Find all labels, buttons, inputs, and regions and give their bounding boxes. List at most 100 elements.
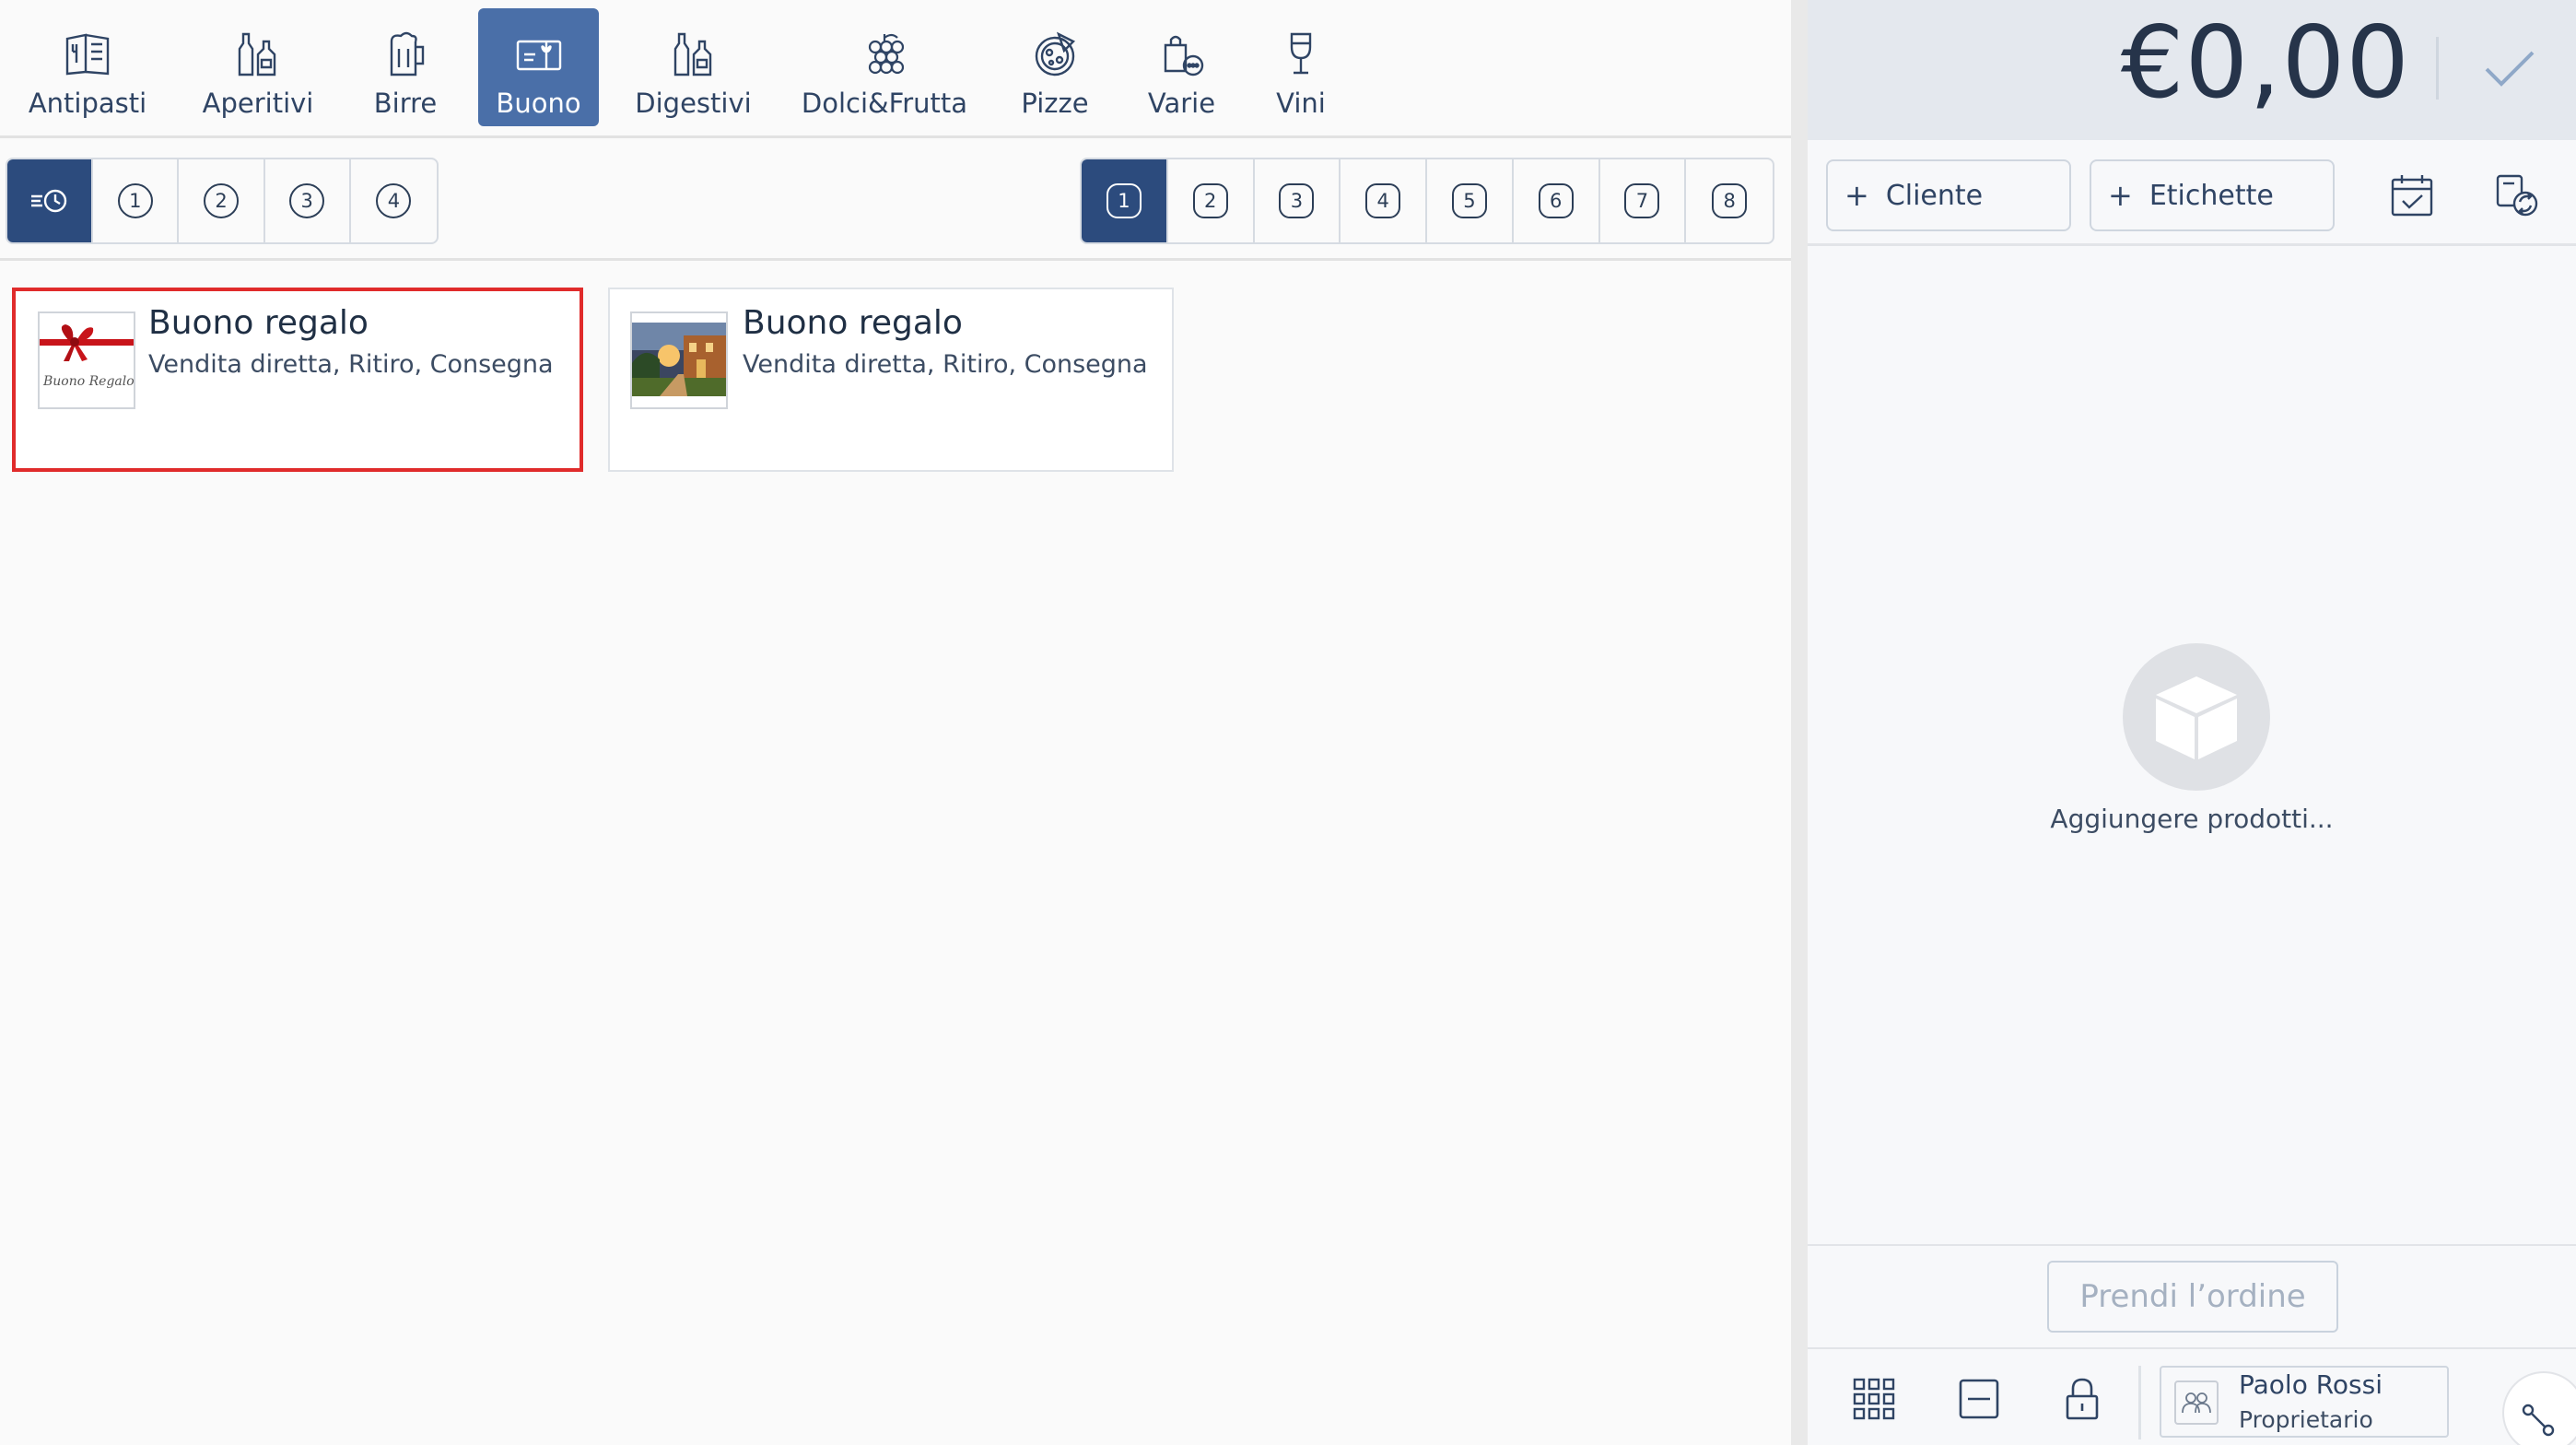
selector-bar: 1 2 3 4 1 2 3 4 5 6 7 8 (0, 141, 1791, 261)
category-label: Dolci&Frutta (801, 88, 968, 119)
avatar (2174, 1380, 2219, 1425)
bottles-icon (664, 27, 723, 82)
grid-view-button[interactable] (1848, 1373, 1900, 1425)
page-number: 3 (1279, 183, 1315, 218)
category-pizze[interactable]: Pizze (990, 8, 1119, 126)
category-birre[interactable]: Birre (341, 8, 470, 126)
beer-mug-icon (376, 27, 435, 82)
course-number: 4 (376, 183, 412, 218)
minimize-button[interactable] (1953, 1373, 2005, 1425)
page-button[interactable]: 7 (1600, 159, 1687, 242)
box-icon (2152, 671, 2241, 763)
take-order-button[interactable]: Prendi l’ordine (2047, 1261, 2338, 1333)
page-button[interactable]: 8 (1686, 159, 1773, 242)
order-total: €0,00 (2120, 6, 2410, 121)
course-button[interactable]: 2 (179, 159, 265, 242)
product-subtitle: Vendita diretta, Ritiro, Consegna (148, 350, 554, 379)
empty-order-text: Aggiungere prodotti... (2050, 804, 2334, 834)
bottles-icon (228, 27, 287, 82)
product-subtitle: Vendita diretta, Ritiro, Consegna (743, 350, 1148, 379)
add-tags-button[interactable]: + Etichette (2090, 159, 2335, 231)
menu-book-icon (58, 27, 117, 82)
lock-icon (2064, 1376, 2101, 1422)
product-card-buono-regalo-2[interactable]: Buono regalo Vendita diretta, Ritiro, Co… (608, 288, 1174, 472)
page-number: 2 (1192, 183, 1228, 218)
order-panel: €0,00 + Cliente + Etichette Aggiungere p… (1808, 0, 2576, 1445)
page-number: 6 (1538, 183, 1574, 218)
category-label: Digestivi (635, 88, 752, 119)
course-button[interactable]: 1 (93, 159, 180, 242)
divider (2436, 37, 2439, 100)
tags-label: Etichette (2149, 179, 2274, 212)
minus-square-icon (1958, 1378, 2000, 1420)
category-label: Antipasti (28, 88, 147, 119)
page-number: 4 (1365, 183, 1401, 218)
page-number: 1 (1106, 183, 1142, 218)
page-selector: 1 2 3 4 5 6 7 8 (1080, 158, 1774, 244)
transfer-icon (2494, 172, 2540, 218)
page-button[interactable]: 6 (1514, 159, 1600, 242)
grid-icon (1852, 1377, 1896, 1421)
page-button[interactable]: 2 (1168, 159, 1255, 242)
connection-icon (2521, 1403, 2558, 1439)
product-card-buono-regalo-1[interactable]: Buono Regalo Buono regalo Vendita dirett… (12, 288, 583, 472)
category-varie[interactable]: Varie (1124, 8, 1239, 126)
course-button[interactable]: 3 (265, 159, 351, 242)
gift-card-icon (509, 27, 568, 82)
add-customer-button[interactable]: + Cliente (1826, 159, 2071, 231)
category-label: Birre (373, 88, 438, 119)
checkmark-icon (2483, 49, 2536, 89)
catalog-panel: Antipasti Aperitivi Birre Buono Digestiv… (0, 0, 1791, 1445)
course-button[interactable]: 4 (351, 159, 437, 242)
product-thumbnail (630, 311, 728, 409)
page-button[interactable]: 4 (1341, 159, 1427, 242)
category-label: Vini (1276, 88, 1326, 119)
wine-glass-icon (1271, 27, 1330, 82)
category-bar: Antipasti Aperitivi Birre Buono Digestiv… (0, 0, 1791, 138)
category-buono[interactable]: Buono (478, 8, 599, 126)
thumbnail-text: Buono Regalo (42, 374, 134, 389)
course-number: 1 (117, 183, 153, 218)
page-button[interactable]: 5 (1427, 159, 1514, 242)
grapes-icon (855, 27, 914, 82)
bottom-bar: Paolo Rossi Proprietario (1808, 1347, 2576, 1445)
category-digestivi[interactable]: Digestivi (617, 8, 769, 126)
category-aperitivi[interactable]: Aperitivi (184, 8, 332, 126)
category-label: Varie (1147, 88, 1216, 119)
page-button[interactable]: 1 (1082, 159, 1168, 242)
list-clock-icon (29, 187, 70, 215)
pizza-icon (1025, 27, 1084, 82)
user-name: Paolo Rossi (2239, 1369, 2383, 1400)
page-number: 8 (1712, 183, 1748, 218)
category-antipasti[interactable]: Antipasti (9, 8, 166, 126)
page-number: 5 (1451, 183, 1487, 218)
bag-icon (1153, 27, 1212, 82)
page-button[interactable]: 3 (1255, 159, 1341, 242)
category-label: Buono (496, 88, 581, 119)
order-actions: + Cliente + Etichette (1808, 140, 2576, 246)
confirm-button[interactable] (2475, 37, 2545, 101)
total-bar: €0,00 (1808, 0, 2576, 140)
category-dolci-frutta[interactable]: Dolci&Frutta (797, 8, 972, 126)
course-all-button[interactable] (7, 159, 94, 242)
user-switch-button[interactable]: Paolo Rossi Proprietario (2160, 1366, 2449, 1438)
users-icon (2181, 1391, 2212, 1415)
panel-divider (1791, 0, 1808, 1445)
category-vini[interactable]: Vini (1253, 8, 1349, 126)
lock-button[interactable] (2056, 1373, 2108, 1425)
page-number: 7 (1624, 183, 1660, 218)
plus-icon: + (2108, 178, 2133, 213)
course-selector: 1 2 3 4 (6, 158, 439, 244)
user-role: Proprietario (2239, 1406, 2373, 1433)
product-title: Buono regalo (743, 304, 963, 342)
calendar-check-button[interactable] (2384, 168, 2440, 223)
product-thumbnail: Buono Regalo (38, 311, 135, 409)
divider (2138, 1366, 2141, 1439)
category-label: Aperitivi (202, 88, 314, 119)
course-number: 2 (204, 183, 239, 218)
calendar-check-icon (2389, 172, 2435, 218)
category-label: Pizze (1021, 88, 1089, 119)
empty-box-illustration (2123, 643, 2270, 791)
course-number: 3 (289, 183, 325, 218)
transfer-button[interactable] (2489, 168, 2545, 223)
